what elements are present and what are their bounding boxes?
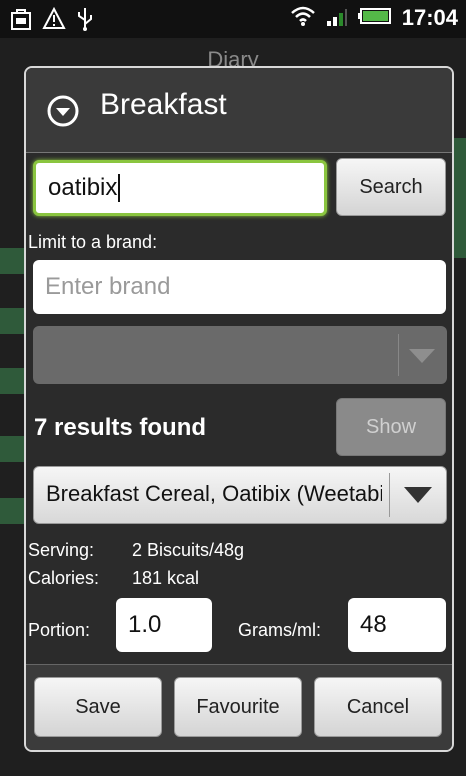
- background-row-strip: [0, 368, 24, 394]
- warning-icon: [42, 6, 66, 35]
- clock: 17:04: [401, 5, 458, 30]
- favourite-button[interactable]: Favourite: [174, 677, 302, 737]
- portion-label: Portion:: [28, 620, 91, 640]
- background-row-strip: [0, 498, 24, 524]
- brand-dropdown[interactable]: [33, 326, 447, 384]
- status-bar: 17:04: [0, 0, 466, 38]
- selected-food: Breakfast Cereal, Oatibix (Weetabix): [46, 481, 382, 506]
- serving-label: Serving:: [28, 540, 95, 560]
- grams-value: 48: [360, 611, 387, 638]
- show-button[interactable]: Show: [336, 398, 446, 456]
- food-result-dropdown[interactable]: Breakfast Cereal, Oatibix (Weetabix): [33, 466, 447, 524]
- grams-input[interactable]: 48: [348, 598, 446, 652]
- brand-input[interactable]: Enter brand: [33, 260, 446, 314]
- bag-icon: [10, 7, 32, 35]
- background-row-strip: [0, 436, 24, 462]
- text-caret: [118, 174, 121, 202]
- portion-input[interactable]: 1.0: [116, 598, 212, 652]
- search-button[interactable]: Search: [336, 158, 446, 216]
- cancel-button[interactable]: Cancel: [314, 677, 442, 737]
- signal-icon: [326, 5, 348, 31]
- battery-icon: [357, 6, 392, 30]
- brand-label: Limit to a brand:: [28, 232, 158, 252]
- food-search-value: oatibix: [48, 174, 118, 201]
- chevron-down-icon: [404, 487, 432, 507]
- dropdown-divider: [389, 473, 390, 517]
- serving-value: 2 Biscuits/48g: [132, 540, 245, 560]
- add-food-dialog: Breakfast oatibix Search Limit to a bran…: [24, 66, 454, 752]
- save-button[interactable]: Save: [34, 677, 162, 737]
- dialog-footer: Save Favourite Cancel: [26, 664, 452, 750]
- calories-label: Calories:: [28, 568, 100, 588]
- dialog-header: Breakfast: [26, 68, 452, 153]
- grams-label: Grams/ml:: [238, 620, 321, 640]
- background-row-strip: [0, 248, 24, 274]
- food-search-input[interactable]: oatibix: [33, 160, 327, 216]
- portion-value: 1.0: [128, 611, 162, 638]
- dropdown-divider: [398, 334, 399, 376]
- usb-icon: [76, 6, 94, 36]
- calories-value: 181 kcal: [132, 568, 200, 588]
- background-row-strip: [0, 308, 24, 334]
- chevron-down-circle-icon[interactable]: [46, 94, 80, 132]
- wifi-icon: [290, 5, 316, 31]
- results-count: 7 results found: [34, 414, 207, 441]
- dialog-title: Breakfast: [100, 88, 227, 121]
- chevron-down-icon: [409, 348, 435, 367]
- brand-placeholder: Enter brand: [45, 273, 171, 300]
